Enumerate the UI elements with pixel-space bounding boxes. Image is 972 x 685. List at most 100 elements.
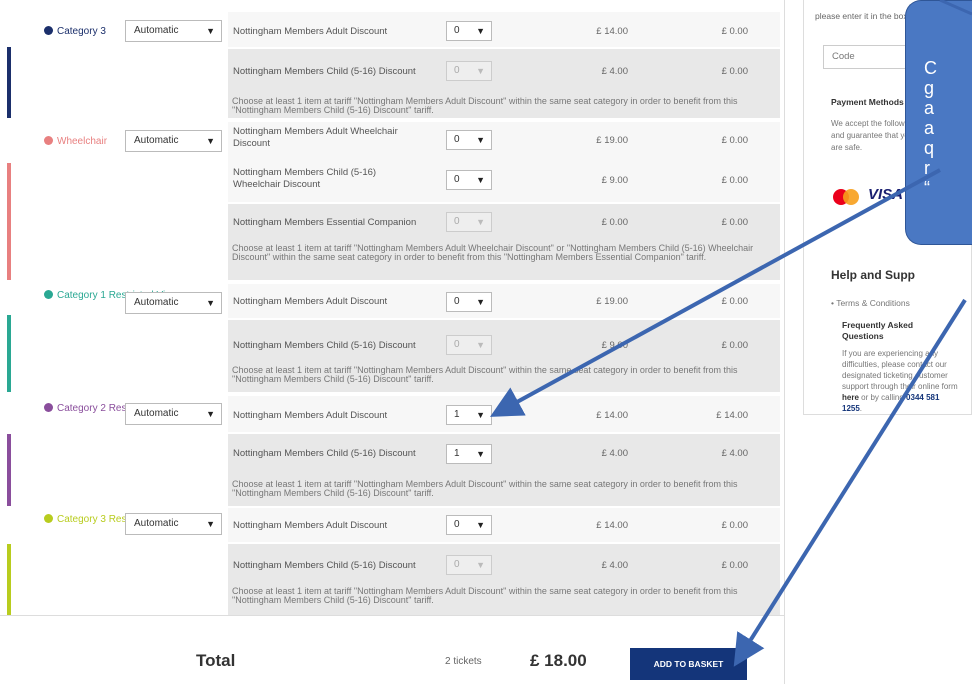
ticket-row: Nottingham Members Child (5-16) Discount…	[228, 49, 780, 118]
mastercard-icon	[833, 189, 859, 205]
category-dot-icon	[44, 26, 53, 35]
category-color-bar	[7, 47, 11, 118]
ticket-name: Nottingham Members Adult Discount	[233, 520, 388, 531]
ticket-subtotal: £ 0.00	[721, 520, 748, 531]
tariff-note: Choose at least 1 item at tariff "Nottin…	[232, 96, 738, 115]
quantity-select[interactable]: 0 ▼	[446, 515, 492, 535]
quantity-select[interactable]: 0 ▼	[446, 170, 492, 190]
tariff-note: Choose at least 1 item at tariff "Nottin…	[232, 243, 754, 262]
category-section: Category 1 Restricted View Automatic ▼ No…	[0, 280, 784, 392]
help-support-title: Help and Supp	[831, 268, 915, 282]
quantity-select[interactable]: 0 ▼	[446, 130, 492, 150]
ticket-subtotal: £ 0.00	[721, 217, 748, 228]
dropdown-arrow-icon: ▼	[476, 135, 485, 145]
ticket-name: Nottingham Members Child (5-16) Discount	[233, 340, 416, 351]
ticket-row: Nottingham Members Adult Discount 0 ▼ £ 1…	[228, 284, 780, 318]
add-to-basket-button[interactable]: ADD TO BASKET	[630, 648, 747, 680]
quantity-select[interactable]: 0 ▼	[446, 292, 492, 312]
seat-selection-dropdown[interactable]: Automatic ▼	[125, 130, 222, 152]
ticket-name: Nottingham Members Adult Discount	[233, 410, 388, 421]
ticket-row: Nottingham Members Adult Discount 0 ▼ £ 1…	[228, 12, 780, 47]
ticket-subtotal: £ 0.00	[721, 135, 748, 146]
support-form-link[interactable]: here	[842, 393, 859, 402]
seat-selection-dropdown[interactable]: Automatic ▼	[125, 20, 222, 42]
ticket-name: Nottingham Members Adult Discount	[233, 296, 388, 307]
dropdown-arrow-icon: ▼	[206, 298, 215, 308]
ticket-row: Nottingham Members Adult Discount 1 ▼ £ 1…	[228, 396, 780, 432]
dropdown-arrow-icon: ▼	[476, 560, 485, 570]
category-label: Wheelchair	[44, 136, 107, 147]
category-color-bar	[7, 544, 11, 615]
annotation-callout: C g a a q r “	[905, 0, 972, 245]
ticket-subtotal: £ 0.00	[721, 296, 748, 307]
ticket-row: Nottingham Members Adult Wheelchair Disc…	[228, 122, 780, 158]
ticket-price: £ 4.00	[601, 448, 628, 459]
dropdown-arrow-icon: ▼	[476, 175, 485, 185]
dropdown-arrow-icon: ▼	[206, 519, 215, 529]
dropdown-arrow-icon: ▼	[206, 136, 215, 146]
ticket-subtotal: £ 14.00	[716, 410, 748, 421]
basket-footer: Total 2 tickets £ 18.00 ADD TO BASKET	[0, 615, 784, 685]
visa-icon: VISA	[868, 186, 904, 203]
ticket-price: £ 19.00	[596, 135, 628, 146]
ticket-count: 2 tickets	[445, 656, 482, 667]
dropdown-arrow-icon: ▼	[476, 520, 485, 530]
tariff-note: Choose at least 1 item at tariff "Nottin…	[232, 479, 738, 498]
category-dot-icon	[44, 290, 53, 299]
ticket-subtotal: £ 0.00	[721, 560, 748, 571]
ticket-name: Nottingham Members Child (5-16) Wheelcha…	[233, 167, 377, 190]
ticket-price: £ 19.00	[596, 296, 628, 307]
ticket-row: Nottingham Members Child (5-16) Discount…	[228, 434, 780, 506]
dropdown-arrow-icon: ▼	[206, 26, 215, 36]
ticket-name: Nottingham Members Adult Discount	[233, 26, 388, 37]
seat-selection-dropdown[interactable]: Automatic ▼	[125, 292, 222, 314]
category-dot-icon	[44, 403, 53, 412]
category-section: Category 3 Restricted View Automatic ▼ No…	[0, 506, 784, 615]
category-section: Category 3 Automatic ▼ Nottingham Members…	[0, 0, 784, 118]
quantity-select[interactable]: 0 ▼	[446, 212, 492, 232]
ticket-subtotal: £ 0.00	[721, 66, 748, 77]
category-color-bar	[7, 163, 11, 280]
total-label: Total	[196, 651, 236, 670]
category-section: Wheelchair Automatic ▼ Nottingham Members…	[0, 118, 784, 280]
ticket-subtotal: £ 0.00	[721, 26, 748, 37]
quantity-select[interactable]: 1 ▼	[446, 444, 492, 464]
dropdown-arrow-icon: ▼	[476, 26, 485, 36]
dropdown-arrow-icon: ▼	[476, 340, 485, 350]
tariff-note: Choose at least 1 item at tariff "Nottin…	[232, 586, 738, 605]
category-dot-icon	[44, 514, 53, 523]
ticket-subtotal: £ 0.00	[721, 340, 748, 351]
quantity-select[interactable]: 0 ▼	[446, 61, 492, 81]
category-section: Category 2 Restricted View Automatic ▼ No…	[0, 392, 784, 506]
dropdown-arrow-icon: ▼	[476, 410, 485, 420]
quantity-select[interactable]: 0 ▼	[446, 21, 492, 41]
ticket-price: £ 9.00	[601, 340, 628, 351]
ticket-name: Nottingham Members Child (5-16) Discount	[233, 448, 416, 459]
dropdown-arrow-icon: ▼	[476, 217, 485, 227]
ticket-row: Nottingham Members Child (5-16) Wheelcha…	[228, 158, 780, 202]
dropdown-arrow-icon: ▼	[476, 297, 485, 307]
ticket-name: Nottingham Members Essential Companion	[233, 217, 417, 228]
category-label: Category 3	[44, 26, 106, 37]
seat-selection-dropdown[interactable]: Automatic ▼	[125, 403, 222, 425]
ticket-row: Nottingham Members Essential Companion 0…	[228, 204, 780, 280]
category-color-bar	[7, 434, 11, 506]
seat-selection-dropdown[interactable]: Automatic ▼	[125, 513, 222, 535]
terms-conditions-link[interactable]: • Terms & Conditions	[831, 298, 910, 308]
tariff-note: Choose at least 1 item at tariff "Nottin…	[232, 365, 738, 384]
ticket-price: £ 4.00	[601, 66, 628, 77]
quantity-select[interactable]: 1 ▼	[446, 405, 492, 425]
ticket-subtotal: £ 0.00	[721, 175, 748, 186]
quantity-select[interactable]: 0 ▼	[446, 335, 492, 355]
ticket-name: Nottingham Members Child (5-16) Discount	[233, 560, 416, 571]
ticket-name: Nottingham Members Adult Wheelchair Disc…	[233, 126, 398, 149]
ticket-selection-panel: Category 3 Automatic ▼ Nottingham Members…	[0, 0, 785, 685]
total-amount: £ 18.00	[530, 651, 587, 670]
quantity-select[interactable]: 0 ▼	[446, 555, 492, 575]
ticket-row: Nottingham Members Child (5-16) Discount…	[228, 320, 780, 392]
payment-methods-title: Payment Methods	[831, 97, 904, 107]
ticket-price: £ 14.00	[596, 410, 628, 421]
category-color-bar	[7, 315, 11, 392]
ticket-row: Nottingham Members Adult Discount 0 ▼ £ 1…	[228, 508, 780, 542]
faq-title: Frequently Asked Questions	[842, 320, 914, 341]
